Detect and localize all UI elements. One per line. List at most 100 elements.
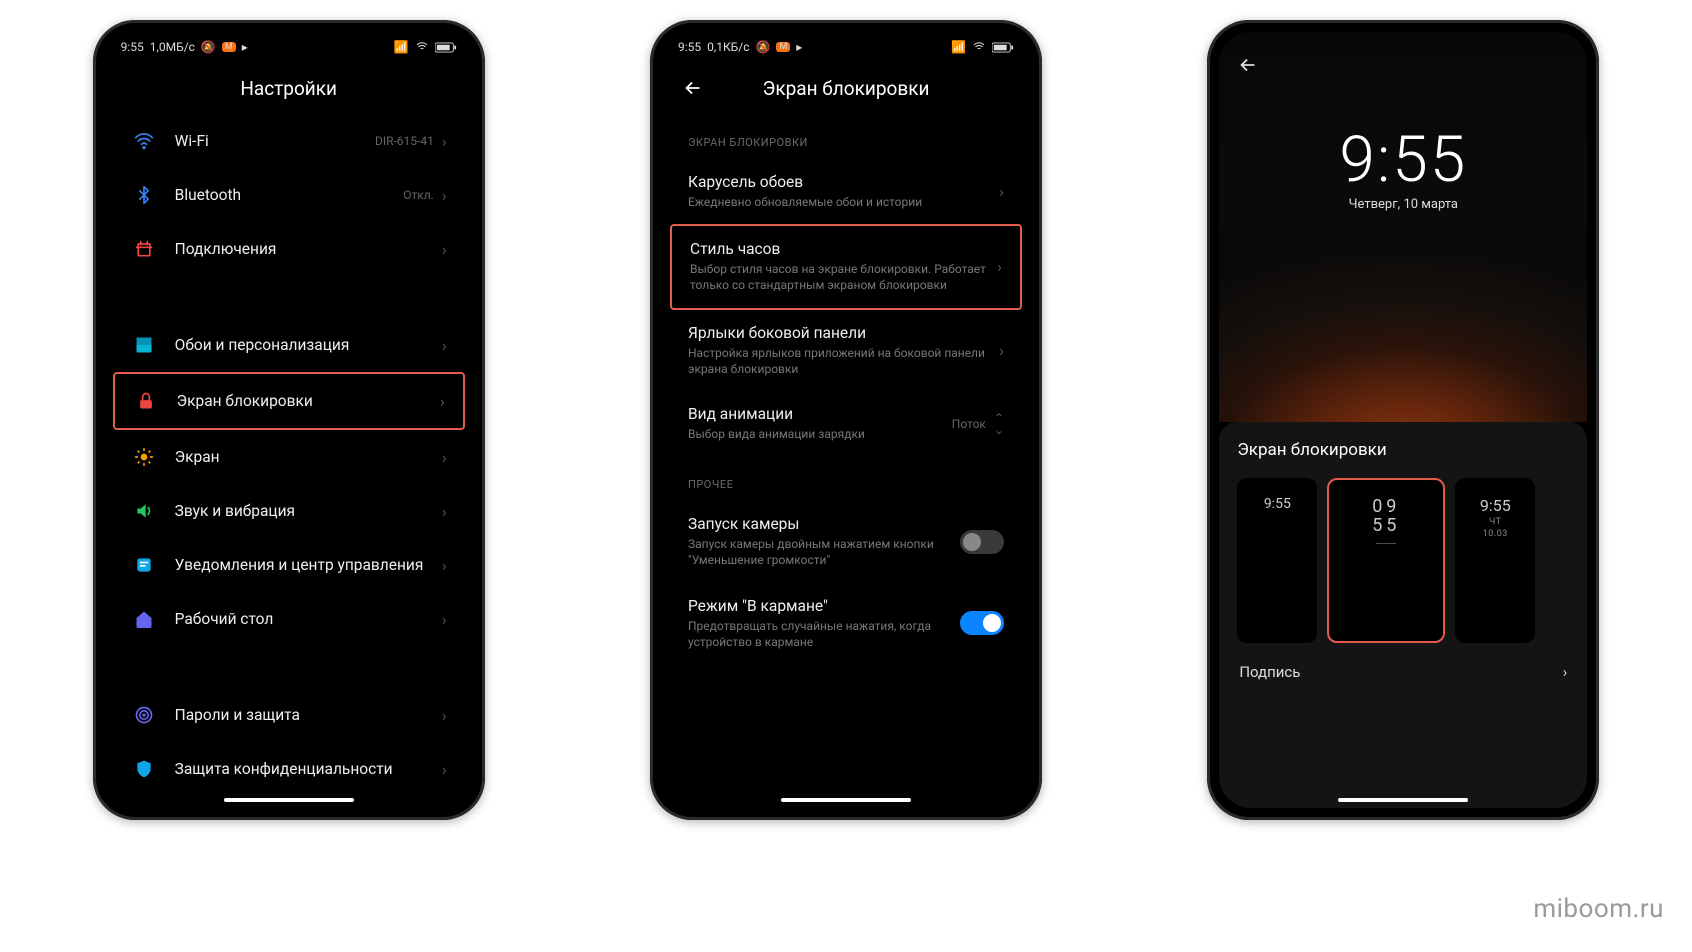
row-label: Экран	[175, 448, 434, 466]
settings-row-home[interactable]: Рабочий стол ›	[113, 592, 465, 646]
setting-row[interactable]: Ярлыки боковой панелиНастройка ярлыков п…	[670, 310, 1022, 391]
thumb-sub2: 10.03	[1483, 529, 1508, 539]
chevron-right-icon: ›	[442, 556, 447, 575]
row-label: Пароли и защита	[175, 706, 434, 724]
signal-icon: 📶	[951, 40, 966, 54]
watermark: miboom.ru	[1533, 894, 1664, 924]
bluetooth-icon	[131, 182, 157, 208]
row-label: Уведомления и центр управления	[175, 556, 434, 574]
toggle-switch[interactable]	[960, 611, 1004, 635]
phone-clock-style: 9:55 Четверг, 10 марта Экран блокировки …	[1207, 20, 1599, 820]
status-bar: 9:55 1,0МБ/с 🔕 М ▸ 📶	[105, 32, 473, 62]
sound-icon	[131, 498, 157, 524]
row-label: Вид анимации	[688, 405, 952, 423]
status-speed: 1,0МБ/с	[150, 40, 195, 54]
section-header: ПРОЧЕЕ	[670, 456, 1022, 501]
phone-lockscreen-settings: 9:55 0,1КБ/с 🔕 М ▸ 📶 Экран блокировки	[650, 20, 1042, 820]
chevron-right-icon: ›	[997, 257, 1002, 276]
row-label: Подключения	[175, 240, 434, 258]
thumb-sub: ЧТ	[1489, 517, 1501, 527]
row-description: Запуск камеры двойным нажатием кнопки "У…	[688, 536, 960, 568]
clock-style-option-2-selected[interactable]: 0955 ───	[1327, 478, 1445, 643]
battery-icon	[992, 42, 1014, 53]
row-label: Запуск камеры	[688, 515, 960, 533]
battery-icon	[435, 42, 457, 53]
dnd-icon: 🔕	[755, 40, 770, 54]
play-icon: ▸	[796, 40, 802, 54]
settings-row-fingerprint[interactable]: Пароли и защита ›	[113, 688, 465, 742]
settings-row-wallpaper[interactable]: Обои и персонализация›	[113, 318, 465, 372]
fingerprint-icon	[131, 702, 157, 728]
row-label: Рабочий стол	[175, 610, 434, 628]
brightness-icon	[131, 444, 157, 470]
chevron-right-icon: ›	[442, 502, 447, 521]
chevron-right-icon: ›	[999, 341, 1004, 360]
wifi-icon	[972, 41, 986, 53]
dnd-icon: 🔕	[201, 40, 216, 54]
back-button[interactable]	[682, 77, 704, 99]
wallpaper-icon	[131, 332, 157, 358]
app-badge-icon: М	[222, 42, 236, 52]
section-header: ЭКРАН БЛОКИРОВКИ	[670, 114, 1022, 159]
status-time: 9:55	[678, 40, 701, 54]
play-icon: ▸	[242, 40, 248, 54]
row-description: Выбор вида анимации зарядки	[688, 426, 952, 442]
row-label: Wi-Fi	[175, 132, 375, 150]
chevron-right-icon: ›	[442, 706, 447, 725]
row-label: Стиль часов	[690, 240, 989, 258]
settings-row-sound[interactable]: Звук и вибрация ›	[113, 484, 465, 538]
lock-clock: 9:55	[1219, 122, 1587, 197]
setting-row[interactable]: Карусель обоевЕжедневно обновляемые обои…	[670, 159, 1022, 224]
chevron-right-icon: ›	[442, 240, 447, 259]
lockscreen-preview: 9:55 Четверг, 10 марта	[1219, 32, 1587, 422]
settings-row-brightness[interactable]: Экран›	[113, 430, 465, 484]
setting-row[interactable]: Запуск камеры Запуск камеры двойным нажат…	[670, 501, 1022, 582]
setting-row[interactable]: Стиль часовВыбор стиля часов на экране б…	[670, 224, 1022, 309]
chevron-right-icon: ›	[442, 610, 447, 629]
clock-style-option-1[interactable]: 9:55	[1237, 478, 1317, 643]
wifi-icon	[131, 128, 157, 154]
thumb-clock: 0955	[1372, 498, 1400, 536]
panel-title: Экран блокировки	[1237, 440, 1569, 460]
connections-icon	[131, 236, 157, 262]
notifications-icon	[131, 552, 157, 578]
row-label: Защита конфиденциальности	[175, 760, 434, 778]
clock-style-option-3[interactable]: 9:55 ЧТ 10.03	[1455, 478, 1535, 643]
settings-row-shield[interactable]: Защита конфиденциальности›	[113, 742, 465, 796]
row-label: Карусель обоев	[688, 173, 991, 191]
chevron-right-icon: ›	[442, 132, 447, 151]
expand-icon: ⌃⌄	[994, 412, 1004, 436]
chevron-right-icon: ›	[442, 186, 447, 205]
lock-date: Четверг, 10 марта	[1219, 197, 1587, 212]
shield-icon	[131, 756, 157, 782]
page-title: Настройки	[240, 77, 337, 100]
wifi-icon	[415, 41, 429, 53]
home-indicator[interactable]	[1338, 798, 1468, 802]
row-description: Предотвращать случайные нажатия, когда у…	[688, 618, 960, 650]
settings-row-connections[interactable]: Подключения ›	[113, 222, 465, 276]
settings-row-notifications[interactable]: Уведомления и центр управления ›	[113, 538, 465, 592]
row-value: DIR-615-41	[375, 134, 434, 148]
phone-settings: 9:55 1,0МБ/с 🔕 М ▸ 📶 Настройки Wi-FiDIR-…	[93, 20, 485, 820]
settings-row-lock[interactable]: Экран блокировки›	[113, 372, 465, 430]
row-label: Ярлыки боковой панели	[688, 324, 991, 342]
row-label: Звук и вибрация	[175, 502, 434, 520]
home-indicator[interactable]	[781, 798, 911, 802]
setting-row[interactable]: Вид анимацииВыбор вида анимации зарядкиП…	[670, 391, 1022, 456]
toggle-switch[interactable]	[960, 530, 1004, 554]
settings-row-wifi[interactable]: Wi-FiDIR-615-41 ›	[113, 114, 465, 168]
settings-row-bluetooth[interactable]: BluetoothОткл.›	[113, 168, 465, 222]
signal-icon: 📶	[394, 40, 409, 54]
row-label: Экран блокировки	[177, 392, 432, 410]
row-label: Обои и персонализация	[175, 336, 434, 354]
page-title-row: Настройки	[105, 62, 473, 114]
page-title: Экран блокировки	[763, 77, 930, 100]
app-badge-icon: М	[776, 42, 790, 52]
back-button[interactable]	[1237, 54, 1259, 76]
lock-icon	[133, 388, 159, 414]
signature-row[interactable]: Подпись ›	[1237, 643, 1569, 689]
home-icon	[131, 606, 157, 632]
setting-row[interactable]: Режим "В кармане"Предотвращать случайные…	[670, 583, 1022, 664]
thumb-clock: 9:55	[1480, 496, 1511, 515]
home-indicator[interactable]	[224, 798, 354, 802]
